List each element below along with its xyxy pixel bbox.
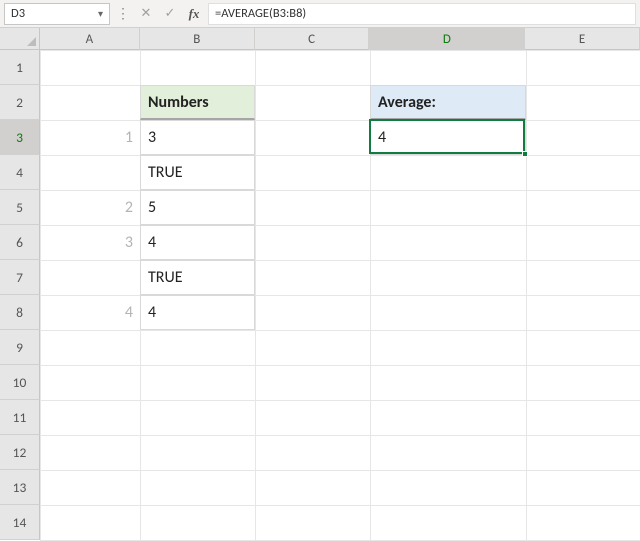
formula-input[interactable]: =AVERAGE(B3:B8) (208, 3, 636, 25)
row-header-12[interactable]: 12 (0, 435, 40, 470)
row-header-4[interactable]: 4 (0, 155, 40, 190)
cell-B8[interactable]: 4 (140, 295, 255, 330)
fill-handle[interactable] (522, 151, 528, 157)
select-all-corner[interactable] (0, 28, 40, 50)
name-box-value: D3 (11, 6, 25, 21)
cell-B3[interactable]: 3 (140, 120, 255, 155)
cell-B6[interactable]: 4 (140, 225, 255, 260)
column-headers: ABCDE (40, 28, 640, 50)
col-header-C[interactable]: C (255, 28, 370, 50)
cell-B7[interactable]: TRUE (140, 260, 255, 295)
col-header-A[interactable]: A (40, 28, 140, 50)
average-header[interactable]: Average: (370, 85, 526, 120)
cancel-icon[interactable]: ✕ (136, 4, 156, 24)
row-header-3[interactable]: 3 (0, 120, 40, 155)
counter-5[interactable]: 2 (40, 190, 140, 225)
more-handle-icon[interactable]: ⋮ (114, 7, 132, 21)
confirm-icon[interactable]: ✓ (160, 4, 180, 24)
row-header-6[interactable]: 6 (0, 225, 40, 260)
row-header-9[interactable]: 9 (0, 330, 40, 365)
row-header-8[interactable]: 8 (0, 295, 40, 330)
chevron-down-icon[interactable]: ▾ (98, 7, 103, 20)
numbers-header[interactable]: Numbers (140, 85, 255, 120)
cell-B5[interactable]: 5 (140, 190, 255, 225)
row-header-1[interactable]: 1 (0, 50, 40, 85)
fx-icon[interactable]: fx (184, 4, 204, 24)
row-headers: 1234567891011121314 (0, 50, 40, 540)
average-result[interactable]: 4 (370, 120, 526, 155)
col-header-E[interactable]: E (525, 28, 640, 50)
row-header-2[interactable]: 2 (0, 85, 40, 120)
row-header-11[interactable]: 11 (0, 400, 40, 435)
formula-bar: D3 ▾ ⋮ ✕ ✓ fx =AVERAGE(B3:B8) (0, 0, 640, 28)
col-header-D[interactable]: D (369, 28, 525, 50)
name-box[interactable]: D3 ▾ (4, 3, 110, 25)
row-header-10[interactable]: 10 (0, 365, 40, 400)
cell-B4[interactable]: TRUE (140, 155, 255, 190)
row-header-5[interactable]: 5 (0, 190, 40, 225)
col-header-B[interactable]: B (140, 28, 255, 50)
counter-3[interactable]: 1 (40, 120, 140, 155)
formula-text: =AVERAGE(B3:B8) (215, 6, 306, 21)
counter-8[interactable]: 4 (40, 295, 140, 330)
counter-6[interactable]: 3 (40, 225, 140, 260)
row-header-13[interactable]: 13 (0, 470, 40, 505)
row-header-7[interactable]: 7 (0, 260, 40, 295)
